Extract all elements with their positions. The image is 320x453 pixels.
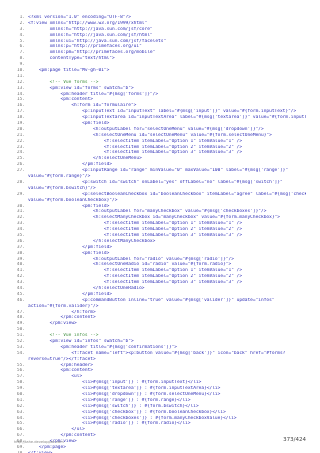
- page-number: 373/424: [283, 437, 306, 443]
- code-listing: 1. <?xml version="1.0" encoding="UTF-8"?>…: [14, 15, 306, 453]
- footer-url[interactable]: http://tahe.developpez.com: [14, 440, 64, 444]
- document-page: 1. <?xml version="1.0" encoding="UTF-8"?>…: [0, 0, 320, 453]
